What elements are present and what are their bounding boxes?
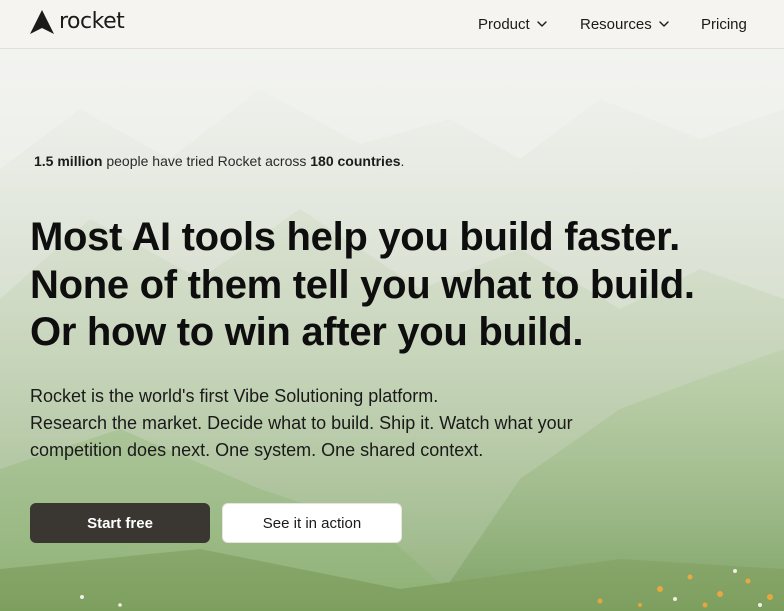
nav-pricing-label: Pricing bbox=[701, 15, 747, 33]
nav-product-label: Product bbox=[478, 15, 530, 33]
subtext-line-3: competition does next. One system. One s… bbox=[30, 440, 484, 460]
rocket-logo-icon bbox=[30, 10, 54, 34]
see-it-in-action-button[interactable]: See it in action bbox=[222, 503, 402, 543]
headline-line-3: Or how to win after you build. bbox=[30, 310, 584, 354]
chevron-down-icon bbox=[659, 21, 669, 27]
stats-countries: 180 countries bbox=[310, 153, 401, 169]
brand-logo[interactable]: rocket bbox=[29, 8, 125, 36]
hero-subtext: Rocket is the world's first Vibe Solutio… bbox=[30, 383, 650, 464]
stats-end: . bbox=[400, 153, 405, 169]
subtext-line-1: Rocket is the world's first Vibe Solutio… bbox=[30, 386, 439, 406]
stats-users: 1.5 million bbox=[34, 153, 103, 169]
nav-product[interactable]: Product bbox=[478, 13, 548, 35]
top-navbar: rocket Product Resources Pricing bbox=[0, 0, 784, 49]
social-proof-stats: 1.5 million people have tried Rocket acr… bbox=[34, 153, 404, 169]
headline-line-1: Most AI tools help you build faster. bbox=[30, 215, 680, 259]
brand-name: rocket bbox=[59, 9, 125, 34]
nav-resources[interactable]: Resources bbox=[580, 13, 670, 35]
nav-resources-label: Resources bbox=[580, 15, 652, 33]
start-free-button[interactable]: Start free bbox=[30, 503, 210, 543]
headline-line-2: None of them tell you what to build. bbox=[30, 262, 695, 307]
chevron-down-icon bbox=[537, 21, 547, 27]
hero-headline: Most AI tools help you build faster. Non… bbox=[30, 214, 770, 357]
nav-pricing[interactable]: Pricing bbox=[701, 13, 747, 35]
stats-middle: people have tried Rocket across bbox=[102, 153, 311, 169]
subtext-line-2: Research the market. Decide what to buil… bbox=[30, 413, 573, 433]
